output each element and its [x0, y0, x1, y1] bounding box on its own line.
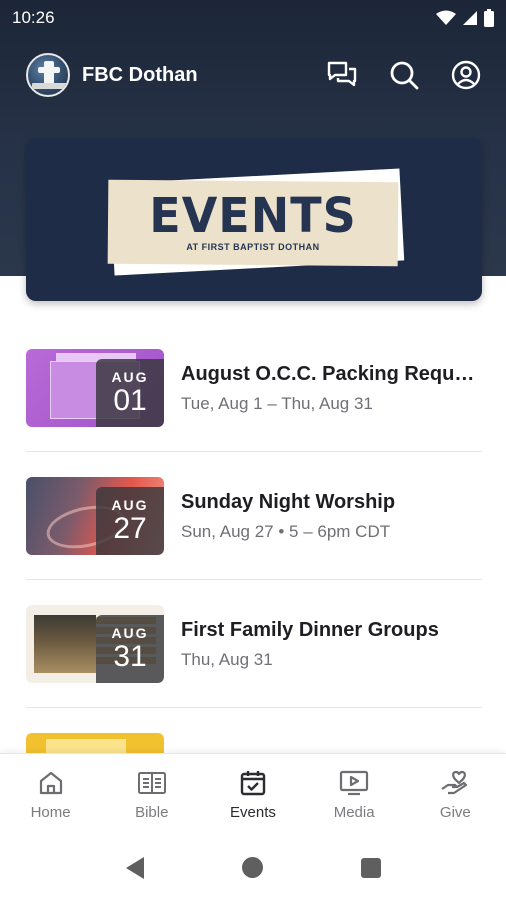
signal-icon: [463, 11, 477, 25]
nav-media[interactable]: Media: [314, 768, 394, 821]
wifi-icon: [436, 10, 456, 25]
event-date: Thu, Aug 31: [181, 649, 273, 669]
system-navigation-bar: [0, 835, 506, 900]
banner-title: EVENTS: [149, 186, 357, 244]
date-badge: AUG 27: [96, 487, 164, 555]
media-icon: [339, 768, 369, 798]
give-icon: [440, 768, 470, 798]
event-item[interactable]: AUG 31 First Family Dinner Groups Thu, A…: [26, 580, 482, 708]
home-button-icon[interactable]: [241, 857, 263, 878]
chat-icon[interactable]: [324, 57, 360, 93]
event-thumbnail: AUG 31: [26, 605, 164, 683]
battery-icon: [484, 9, 494, 27]
home-icon: [36, 768, 66, 798]
recent-apps-icon[interactable]: [360, 857, 381, 878]
bottom-navigation: Home Bible Events Media Give: [0, 753, 506, 835]
search-icon[interactable]: [386, 57, 422, 93]
back-icon[interactable]: [125, 856, 144, 879]
app-title: FBC Dothan: [82, 63, 198, 86]
event-item[interactable]: AUG 01 August O.C.C. Packing Requ… Tue, …: [26, 324, 482, 452]
date-badge: AUG 01: [96, 359, 164, 427]
date-badge: AUG 31: [96, 615, 164, 683]
status-time: 10:26: [12, 8, 55, 27]
event-title: August O.C.C. Packing Requ…: [181, 362, 475, 385]
banner-subtitle: AT FIRST BAPTIST DOTHAN: [186, 242, 320, 252]
event-item[interactable]: AUG 27 Sunday Night Worship Sun, Aug 27 …: [26, 452, 482, 580]
events-banner: EVENTS AT FIRST BAPTIST DOTHAN: [26, 138, 482, 301]
event-date: Tue, Aug 1 – Thu, Aug 31: [181, 393, 373, 413]
account-icon[interactable]: [448, 57, 484, 93]
nav-give[interactable]: Give: [415, 768, 495, 821]
event-date: Sun, Aug 27 • 5 – 6pm CDT: [181, 521, 391, 541]
nav-home[interactable]: Home: [11, 768, 91, 821]
app-bar: FBC Dothan: [0, 48, 506, 102]
nav-bible[interactable]: Bible: [112, 768, 192, 821]
status-icons: [436, 9, 494, 27]
event-title: First Family Dinner Groups: [181, 618, 439, 641]
calendar-icon: [238, 768, 268, 798]
bible-icon: [137, 768, 167, 798]
event-thumbnail: AUG 27: [26, 477, 164, 555]
status-bar: 10:26: [0, 0, 506, 36]
event-title: Sunday Night Worship: [181, 490, 396, 513]
nav-events[interactable]: Events: [213, 768, 293, 821]
event-thumbnail: AUG 01: [26, 349, 164, 427]
church-logo-avatar[interactable]: [26, 53, 70, 97]
